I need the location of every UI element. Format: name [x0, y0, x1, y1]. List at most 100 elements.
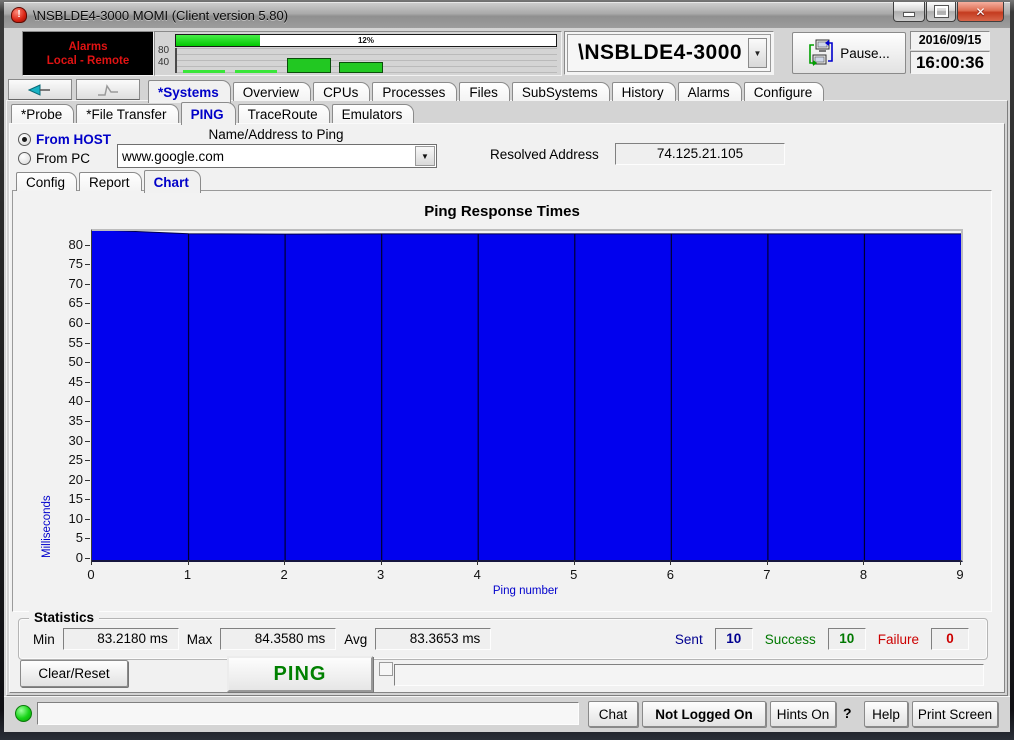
y-tick-mark	[85, 303, 90, 304]
from-pc-option[interactable]: From PC	[18, 151, 90, 166]
y-tick-label: 70	[55, 276, 83, 291]
failure-label: Failure	[878, 632, 919, 647]
logon-button[interactable]: Not Logged On	[642, 701, 766, 727]
x-tick-label: 4	[465, 567, 489, 582]
tab-processes[interactable]: Processes	[372, 82, 457, 101]
system-selector[interactable]: \NSBLDE4-3000 ▼	[564, 31, 774, 75]
tab-overview[interactable]: Overview	[233, 82, 311, 101]
y-tick-mark	[85, 519, 90, 520]
send-back-button[interactable]	[8, 79, 72, 100]
success-value: 10	[828, 628, 866, 650]
tab-alarms[interactable]: Alarms	[678, 82, 742, 101]
from-pc-radio[interactable]	[18, 152, 31, 165]
command-checkbox[interactable]	[379, 662, 393, 676]
chat-button[interactable]: Chat	[588, 701, 638, 727]
from-host-option[interactable]: From HOST	[18, 132, 111, 147]
y-tick-mark	[85, 323, 90, 324]
status-message-field	[37, 702, 579, 725]
help-button[interactable]: Help	[864, 701, 908, 727]
progress-label: 12%	[176, 35, 556, 46]
pause-button[interactable]: Pause...	[792, 32, 906, 74]
close-button[interactable]: ✕	[957, 2, 1004, 22]
address-input[interactable]	[120, 146, 416, 166]
chevron-down-icon[interactable]: ▼	[748, 38, 767, 68]
tab-ping[interactable]: PING	[181, 102, 236, 125]
name-address-label: Name/Address to Ping	[117, 127, 435, 142]
statistics-groupbox: Statistics Min 83.2180 ms Max 84.3580 ms…	[18, 618, 988, 660]
main-tabs-container: *SystemsOverviewCPUsProcessesFilesSubSys…	[148, 80, 826, 101]
x-tick-mark	[670, 560, 671, 565]
minimize-button[interactable]	[893, 2, 925, 22]
x-tick-mark	[960, 560, 961, 565]
y-tick-label: 0	[55, 550, 83, 565]
address-combobox[interactable]: ▼	[117, 144, 437, 168]
alarms-label-1: Alarms	[23, 40, 153, 54]
alarms-indicator[interactable]: Alarms Local - Remote	[22, 31, 154, 76]
ping-area-chart	[92, 231, 961, 560]
statistics-left: Min 83.2180 ms Max 84.3580 ms Avg 83.365…	[33, 628, 491, 650]
x-tick-label: 9	[948, 567, 972, 582]
minimize-icon	[903, 12, 915, 17]
max-label: Max	[187, 632, 213, 647]
x-tick-mark	[381, 560, 382, 565]
cpu-meter-panel: 12% 80 40	[154, 31, 562, 76]
y-tick-label: 15	[55, 491, 83, 506]
tab-probe[interactable]: *Probe	[11, 104, 74, 123]
plot-area	[91, 229, 963, 562]
y-tick-mark	[85, 558, 90, 559]
y-tick-mark	[85, 538, 90, 539]
trend-graph-button[interactable]	[76, 79, 140, 100]
tab-files[interactable]: Files	[459, 82, 510, 101]
cpu-mini-chart	[175, 48, 557, 73]
y-tick-mark	[85, 382, 90, 383]
x-tick-label: 3	[369, 567, 393, 582]
statistics-right: Sent 10 Success 10 Failure 0	[675, 628, 969, 650]
min-label: Min	[33, 632, 55, 647]
y-tick-label: 65	[55, 295, 83, 310]
tab-chart[interactable]: Chart	[144, 170, 201, 193]
tab-subsystems[interactable]: SubSystems	[512, 82, 610, 101]
command-field[interactable]	[394, 664, 984, 686]
x-tick-mark	[284, 560, 285, 565]
ping-panel: From HOST From PC Name/Address to Ping ▼…	[9, 123, 1005, 693]
tab-traceroute[interactable]: TraceRoute	[238, 104, 330, 123]
cpu-busy-bar	[183, 70, 225, 73]
tab-file-transfer[interactable]: *File Transfer	[76, 104, 178, 123]
tab-report[interactable]: Report	[79, 172, 142, 191]
chat-label: Chat	[599, 707, 628, 722]
y-tick-label: 30	[55, 433, 83, 448]
from-host-radio[interactable]	[18, 133, 31, 146]
titlebar: ! \NSBLDE4-3000 MOMI (Client version 5.8…	[4, 2, 1010, 28]
clear-reset-button[interactable]: Clear/Reset	[20, 660, 128, 687]
x-tick-mark	[477, 560, 478, 565]
sent-label: Sent	[675, 632, 703, 647]
cpu-busy-bar	[287, 58, 331, 73]
resolved-address-value: 74.125.21.105	[615, 143, 785, 165]
combo-dropdown-icon[interactable]: ▼	[415, 146, 435, 166]
x-tick-label: 0	[79, 567, 103, 582]
date-display: 2016/09/15	[910, 31, 990, 50]
tab-history[interactable]: History	[612, 82, 676, 101]
x-tick-mark	[91, 560, 92, 565]
y-tick-label: 25	[55, 452, 83, 467]
tab-configure[interactable]: Configure	[744, 82, 825, 101]
y-tick-label: 75	[55, 256, 83, 271]
tab-cpus[interactable]: CPUs	[313, 82, 370, 101]
print-screen-button[interactable]: Print Screen	[912, 701, 998, 727]
time-display: 16:00:36	[910, 51, 990, 74]
system-selector-value: \NSBLDE4-3000	[568, 41, 742, 65]
maximize-button[interactable]	[926, 2, 956, 22]
window-frame: ! \NSBLDE4-3000 MOMI (Client version 5.8…	[0, 0, 1014, 740]
hints-label: Hints On	[777, 707, 830, 722]
refresh-computers-icon	[808, 39, 834, 67]
tab-emulators[interactable]: Emulators	[332, 104, 415, 123]
systems-panel: *Probe*File TransferPINGTraceRouteEmulat…	[6, 100, 1008, 696]
tab-config[interactable]: Config	[16, 172, 77, 191]
y-tick-mark	[85, 284, 90, 285]
x-tick-mark	[863, 560, 864, 565]
cpu-busy-bar	[235, 70, 277, 73]
ping-button[interactable]: PING	[227, 656, 373, 692]
hints-button[interactable]: Hints On	[770, 701, 836, 727]
line-graph-icon	[96, 83, 120, 97]
question-mark-button[interactable]: ?	[843, 705, 852, 721]
